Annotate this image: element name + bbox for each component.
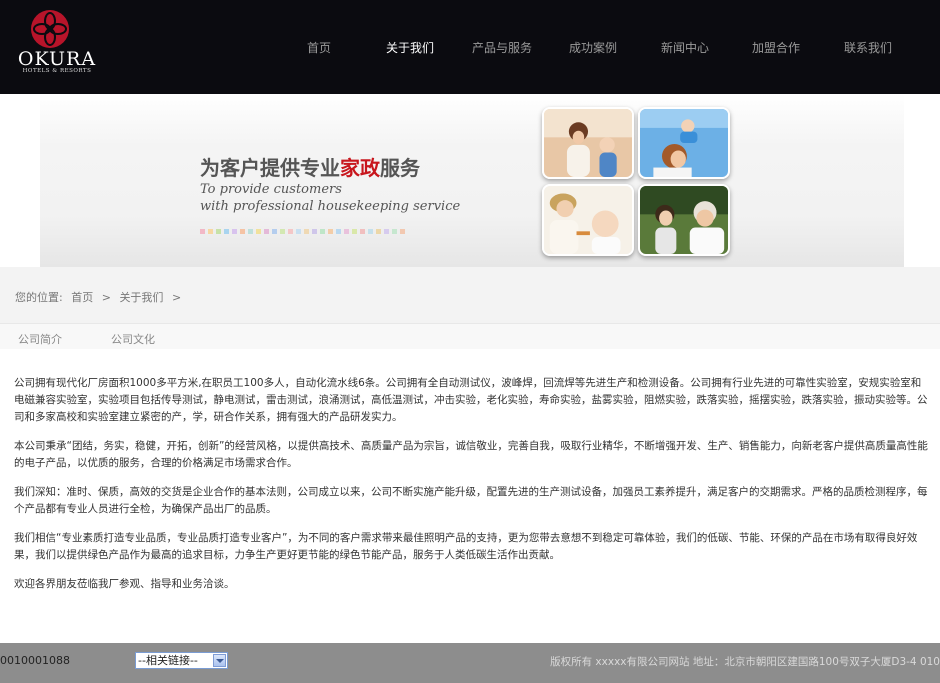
content-paragraph: 欢迎各界朋友莅临我厂参观、指导和业务洽谈。 — [14, 578, 235, 590]
nav-item-contact[interactable]: 联系我们 — [844, 39, 892, 56]
banner-section: 为客户提供专业家政服务 To provide customers with pr… — [0, 94, 940, 267]
main-nav: 首页 关于我们 产品与服务 成功案例 新闻中心 加盟合作 联系我们 — [0, 39, 940, 57]
nav-item-home[interactable]: 首页 — [307, 39, 331, 56]
breadcrumb-prefix: 您的位置: — [15, 291, 63, 304]
nav-item-franchise[interactable]: 加盟合作 — [752, 39, 800, 56]
breadcrumb-home-link[interactable]: 首页 — [71, 291, 93, 304]
photo-feeding-baby — [542, 184, 634, 256]
photo-mother-child — [542, 107, 634, 179]
related-links-selected-value: --相关链接-- — [138, 654, 198, 667]
breadcrumb: 您的位置: 首页 > 关于我们 > — [15, 289, 186, 305]
footer-copyright: 版权所有 xxxxx有限公司网站 地址：北京市朝阳区建国路100号双子大厦D3-… — [550, 656, 940, 668]
banner-english-line-2: with professional housekeeping service — [200, 199, 461, 214]
content-paragraph: 本公司秉承“团结，务实，稳健，开拓，创新”的经营风格，以提供高技术、高质量产品为… — [14, 440, 928, 469]
nav-item-news[interactable]: 新闻中心 — [661, 39, 709, 56]
footer-phone: 0010001088 — [0, 654, 70, 667]
breadcrumb-bar: 您的位置: 首页 > 关于我们 > — [0, 267, 940, 323]
banner-english-line-1: To provide customers — [200, 182, 342, 197]
banner: 为客户提供专业家政服务 To provide customers with pr… — [40, 94, 904, 267]
chevron-down-icon[interactable] — [213, 654, 226, 667]
logo-subtitle: HOTELS & RESORTS — [22, 68, 92, 74]
photo-woman-lifting-child — [638, 107, 730, 179]
decorative-color-dots — [200, 223, 440, 234]
tab-company-culture[interactable]: 公司文化 — [111, 331, 155, 347]
nav-item-cases[interactable]: 成功案例 — [569, 39, 617, 56]
nav-item-about[interactable]: 关于我们 — [386, 39, 434, 56]
breadcrumb-separator: > — [101, 291, 111, 304]
about-content: 公司拥有现代化厂房面积1000多平方米,在职员工100多人，自动化流水线6条。公… — [14, 375, 928, 605]
sub-tabs: 公司简介 公司文化 — [0, 323, 940, 349]
site-footer: 0010001088 --相关链接-- 版权所有 xxxxx有限公司网站 地址：… — [0, 643, 940, 683]
nav-item-products[interactable]: 产品与服务 — [472, 39, 532, 56]
content-paragraph: 公司拥有现代化厂房面积1000多平方米,在职员工100多人，自动化流水线6条。公… — [14, 377, 928, 423]
content-paragraph: 我们相信“专业素质打造专业品质，专业品质打造专业客户”，为不同的客户需求带来最佳… — [14, 532, 918, 561]
site-header: OKURA HOTELS & RESORTS 首页 关于我们 产品与服务 成功案… — [0, 0, 940, 94]
banner-headline: 为客户提供专业家政服务 — [200, 156, 420, 180]
breadcrumb-about-link[interactable]: 关于我们 — [119, 291, 163, 304]
related-links-select[interactable]: --相关链接-- — [135, 652, 228, 669]
breadcrumb-separator: > — [171, 291, 182, 304]
photo-grandfather-girl — [638, 184, 730, 256]
content-paragraph: 我们深知：准时、保质，高效的交货是企业合作的基本法则，公司成立以来，公司不断实施… — [14, 486, 928, 515]
tab-company-profile[interactable]: 公司简介 — [18, 331, 62, 347]
banner-headline-highlight: 家政 — [340, 156, 380, 180]
